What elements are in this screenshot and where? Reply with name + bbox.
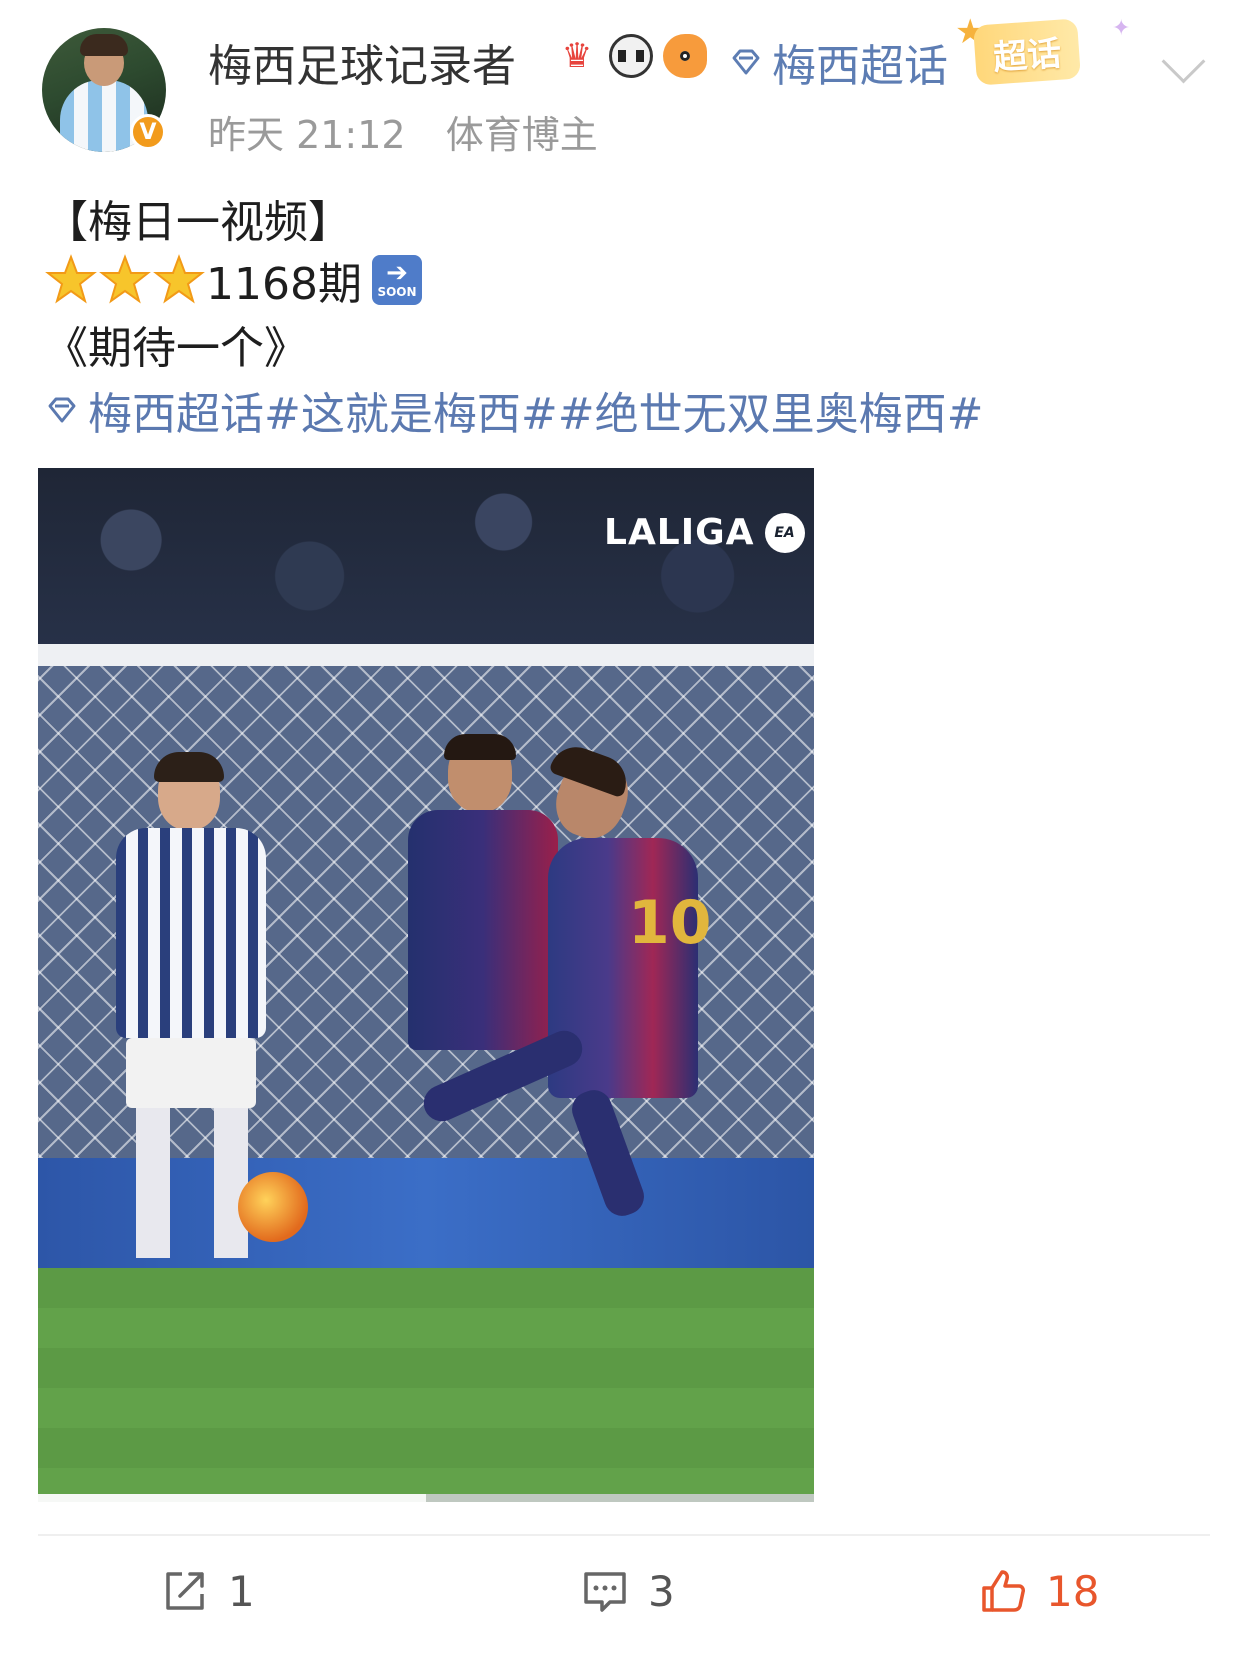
- share-count: 1: [228, 1566, 255, 1616]
- video-progress-fill: [38, 1494, 426, 1502]
- comment-button[interactable]: 3: [580, 1566, 675, 1616]
- share-icon: [166, 1572, 204, 1610]
- diamond-icon: [48, 397, 76, 423]
- fish-icon: [663, 34, 707, 78]
- pitch: [38, 1268, 814, 1502]
- verified-icon: V: [130, 114, 166, 150]
- soon-icon: ➔ SOON: [371, 255, 422, 305]
- episode-number: 1168期: [206, 259, 362, 310]
- player-shirt: [116, 828, 266, 1038]
- sparkle-icon: ✦: [1112, 16, 1131, 41]
- player-shorts: [126, 1038, 256, 1108]
- goal-crossbar: [38, 644, 814, 666]
- supertopic-name: 梅西超话: [772, 41, 948, 92]
- video-progress-bar[interactable]: [38, 1494, 814, 1502]
- like-count: 18: [1046, 1566, 1100, 1616]
- player-leg: [566, 1085, 650, 1221]
- star-icon: [99, 254, 151, 304]
- panda-icon: [609, 34, 653, 78]
- chevron-down-icon[interactable]: [1161, 39, 1206, 84]
- comment-count: 3: [648, 1566, 675, 1616]
- player-leg: [214, 1108, 248, 1258]
- player-hair: [154, 752, 224, 782]
- player-leg: [136, 1108, 170, 1258]
- post-topics: 梅西超话 #这就是梅西##绝世无双里奥梅西#: [44, 378, 983, 442]
- ea-logo-icon: EA: [764, 512, 805, 553]
- star-icon: [153, 254, 205, 304]
- post-title: 【梅日一视频】: [44, 197, 352, 248]
- thumbs-up-icon: [982, 1570, 1025, 1612]
- share-button[interactable]: 1: [160, 1566, 255, 1616]
- kicker-player: 10: [418, 739, 728, 1221]
- timestamp: 昨天 21:12: [208, 113, 406, 157]
- laliga-logo-text: LALIGA: [604, 512, 755, 553]
- laliga-watermark: LALIGA EA: [604, 512, 805, 553]
- supertopic-tag[interactable]: 超话: [973, 18, 1081, 86]
- post-episode-line: 1168期 ➔ SOON: [44, 248, 422, 312]
- supertopic-link[interactable]: 梅西超话: [728, 30, 948, 94]
- hashtag-links[interactable]: #这就是梅西##绝世无双里奥梅西#: [264, 378, 983, 442]
- crown-icon: ♛: [555, 34, 599, 78]
- username[interactable]: 梅西足球记录者: [208, 30, 516, 94]
- user-type: 体育博主: [445, 113, 598, 157]
- video-crowd: [38, 468, 814, 648]
- user-badges: ♛: [555, 34, 707, 78]
- football: [238, 1172, 308, 1242]
- diamond-icon: [732, 49, 760, 75]
- divider: [38, 1534, 1210, 1536]
- player-hair: [444, 734, 516, 760]
- post-meta: 昨天 21:12 体育博主: [208, 104, 626, 159]
- video-player[interactable]: 10 LALIGA EA: [38, 468, 814, 1502]
- like-button[interactable]: 18: [978, 1566, 1099, 1616]
- post-subtitle: 《期待一个》: [44, 323, 308, 374]
- star-icon: [45, 254, 97, 304]
- avatar-hair: [80, 34, 128, 56]
- shirt-number: 10: [628, 888, 712, 958]
- comment-icon: [584, 1572, 626, 1612]
- supertopic-hashtag-link[interactable]: 梅西超话: [88, 378, 264, 442]
